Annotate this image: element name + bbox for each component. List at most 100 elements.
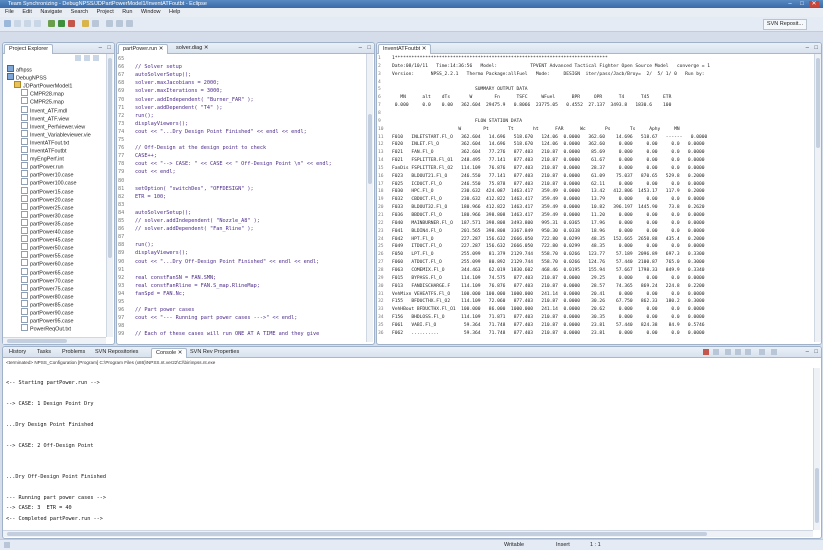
view-menu-icon[interactable] [93,55,99,61]
forward-icon[interactable] [126,20,133,27]
tree-item[interactable]: partPower35.case [21,218,73,227]
code-text: // Solver setup [135,64,182,71]
tree-item[interactable]: myEngPerf.int [21,154,64,163]
tree-item[interactable]: partPower60.case [21,259,73,268]
close-button[interactable]: ✕ [809,1,819,7]
maximize-editor-icon[interactable]: □ [367,44,371,53]
maximize-console-icon[interactable]: □ [814,348,818,357]
tab-svn-repositories[interactable]: SVN Repositories [91,348,142,357]
tree-item[interactable]: afhpss [7,65,32,74]
tree-item[interactable]: Invent_Variableviewer.vie [21,129,91,138]
menu-run[interactable]: Run [122,9,132,15]
menu-project[interactable]: Project [97,9,114,15]
search-icon[interactable] [92,20,99,27]
new-icon[interactable] [4,20,11,27]
tree-item[interactable]: DebugNPSS [7,73,47,82]
debug-icon[interactable] [48,20,55,27]
save-all-icon[interactable] [24,20,31,27]
tree-item[interactable]: CMPR28.map [21,89,64,98]
menu-window[interactable]: Window [141,9,161,15]
scroll-lock-icon[interactable] [735,349,741,355]
tab-solver-diag[interactable]: solver.diag ✕ [172,44,212,53]
clear-console-icon[interactable] [725,349,731,355]
menu-file[interactable]: File [5,9,14,15]
minimize-view-icon[interactable]: – [99,44,102,53]
minimize-button[interactable]: – [785,1,795,7]
maximize-button[interactable]: □ [797,1,807,7]
minimize-console-icon[interactable]: – [806,348,809,357]
tab-svn-rev-properties[interactable]: SVN Rev Properties [186,348,243,357]
editor-scrollbar[interactable] [366,54,373,342]
run-icon[interactable] [58,20,65,27]
save-icon[interactable] [14,20,21,27]
tree-item[interactable]: partPower45.case [21,235,73,244]
tree-item[interactable]: partPower100.case [21,178,76,187]
remove-launch-icon[interactable] [713,349,719,355]
back-icon[interactable] [116,20,123,27]
minimize-editor-icon[interactable]: – [359,44,362,53]
tree-item[interactable]: Invent_Perfviewer.view [21,121,85,130]
tree-item[interactable]: PowerReqOut.txt [21,324,71,333]
perspective-svn-button[interactable]: SVN Reposit... [762,19,807,30]
tree-item[interactable]: partPower30.case [21,210,73,219]
tab-partpower-run[interactable]: partPower.run ✕ [118,44,169,54]
external-tools-icon[interactable] [68,20,75,27]
annotation-icon[interactable] [106,20,113,27]
tree-item[interactable]: partPower90.case [21,308,73,317]
tree-item[interactable]: partPower55.case [21,251,73,260]
tab-history[interactable]: History [5,348,30,357]
tree-item[interactable]: partPower10.case [21,170,73,179]
console-hscrollbar[interactable] [3,530,813,537]
tree-item[interactable]: Invent_ATF.mdl [21,105,67,114]
maximize-view-icon[interactable]: □ [107,44,111,53]
console-output[interactable]: <-- Starting partPower.run --> --> CASE: … [3,369,803,529]
tab-console[interactable]: Console ✕ [151,348,188,358]
output-text: SUMMARY OUTPUT DATA [392,87,528,93]
tree-item[interactable]: partPower.run [21,162,64,171]
collapse-all-icon[interactable] [75,55,81,61]
open-type-icon[interactable] [82,20,89,27]
tree-item[interactable]: partPower80.case [21,291,73,300]
display-console-icon[interactable] [759,349,765,355]
tree-item[interactable]: partPower85.case [21,299,73,308]
tree-item[interactable]: Invent_ATF.view [21,113,69,122]
link-editor-icon[interactable] [84,55,90,61]
tab-project-explorer[interactable]: Project Explorer [4,44,54,54]
tree-item[interactable]: CMPR25.map [21,97,64,106]
maximize-output-icon[interactable]: □ [814,44,818,53]
tree-item[interactable]: partPower20.case [21,194,73,203]
fast-view-icon[interactable] [4,542,10,548]
output-text: W Pt Tt ht FAR Wc Ps Ts Aphy MN [392,126,680,132]
minimize-output-icon[interactable]: – [806,44,809,53]
tree-item[interactable]: partPower50.case [21,243,73,252]
tab-tasks[interactable]: Tasks [33,348,55,357]
open-console-icon[interactable] [771,349,777,355]
output-text: F050 LPT.Fl_O 255.099 81.379 2129.744 55… [392,252,705,258]
tree-item[interactable]: JDPartPowerModel1 [14,81,72,90]
tree-item[interactable]: partPower40.case [21,227,73,236]
output-text-view[interactable]: 1 1**************************************… [378,55,813,338]
project-explorer-pane: Project Explorer – □ afhpss DebugNPSS JDPa… [2,42,115,345]
tree-item[interactable]: InventATFoutbt [21,146,66,155]
explorer-hscrollbar[interactable] [3,337,106,344]
pin-console-icon[interactable] [745,349,751,355]
tree-item[interactable]: partPower75.case [21,283,73,292]
print-icon[interactable] [34,20,41,27]
menu-navigate[interactable]: Navigate [40,9,62,15]
tab-inventatfoutbt[interactable]: InventATFoutbt ✕ [378,44,432,54]
tree-item[interactable]: partPower65.case [21,267,73,276]
tree-item[interactable]: partPower15.case [21,186,73,195]
menu-help[interactable]: Help [169,9,180,15]
tree-item[interactable]: partPower25.case [21,202,73,211]
explorer-scrollbar[interactable] [106,54,113,337]
tree-item[interactable]: partPower95.case [21,316,73,325]
code-editor[interactable]: 65 66// Solver setup 67 autoSolverSetup(); 6… [118,55,366,338]
console-scrollbar[interactable] [813,368,820,530]
terminate-icon[interactable] [703,349,709,355]
tree-item[interactable]: partPower70.case [21,275,73,284]
output-scrollbar[interactable] [814,54,821,342]
menu-search[interactable]: Search [71,9,88,15]
menu-edit[interactable]: Edit [22,9,31,15]
tab-problems[interactable]: Problems [58,348,89,357]
tree-item[interactable]: InventATFout.txt [21,137,69,146]
